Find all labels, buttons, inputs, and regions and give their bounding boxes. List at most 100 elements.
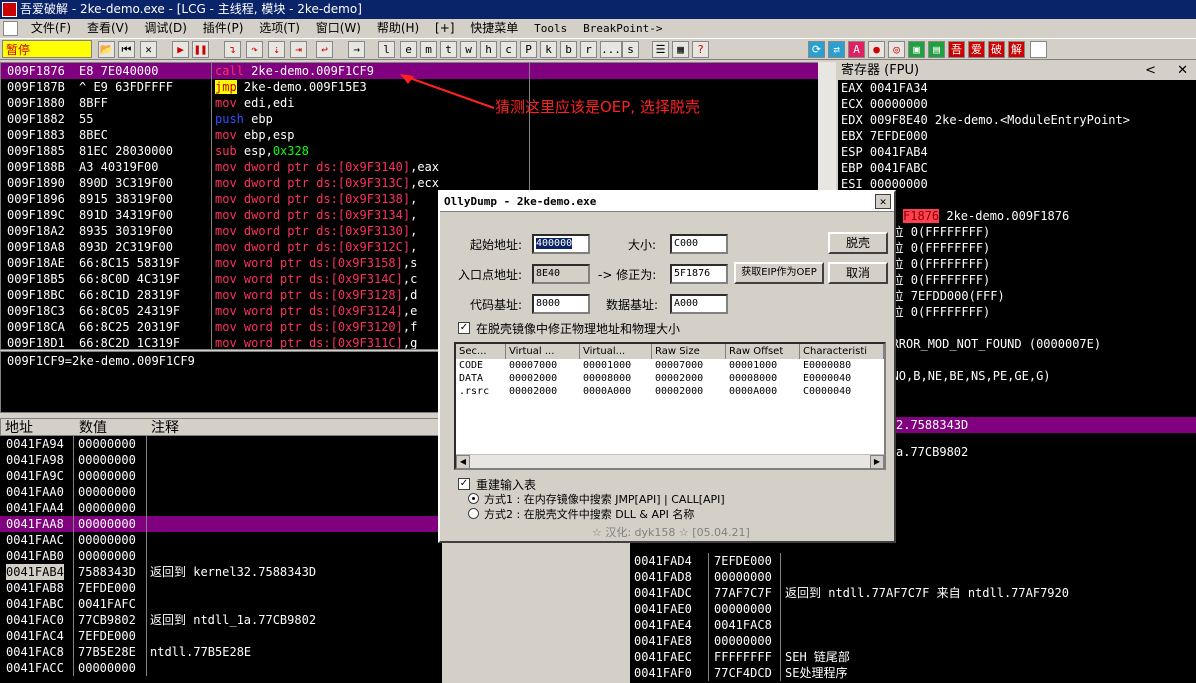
blank-icon[interactable]	[1030, 41, 1047, 58]
tb-P[interactable]: P	[520, 41, 537, 58]
register-row[interactable]: EDX 009F8E40 2ke-demo.<ModuleEntryPoint>	[838, 112, 1196, 128]
run-icon[interactable]: ▶	[172, 41, 189, 58]
tb-b[interactable]: b	[560, 41, 577, 58]
record-icon[interactable]: ●	[868, 41, 885, 58]
step-into-icon[interactable]: ↴	[224, 41, 241, 58]
dump-col-comment[interactable]: 注释	[151, 419, 179, 437]
trace-into-icon[interactable]: ⇣	[268, 41, 285, 58]
sect-col-char[interactable]: Characteristi	[800, 344, 884, 359]
dump-row[interactable]: 0041FAA8 00000000	[0, 516, 442, 532]
dump-row[interactable]: 0041FAAC 00000000	[0, 532, 442, 548]
sect-col-voffset[interactable]: Virtual...	[580, 344, 652, 359]
dump-button[interactable]: 脱壳	[828, 232, 888, 254]
grid-icon[interactable]: ▦	[672, 41, 689, 58]
restart-icon[interactable]: ⏮	[118, 41, 135, 58]
help-icon[interactable]: ?	[692, 41, 709, 58]
tb-r[interactable]: r	[580, 41, 597, 58]
close-icon[interactable]: ✕	[140, 41, 157, 58]
tb-e[interactable]: e	[400, 41, 417, 58]
dump-row[interactable]: 0041FAC0 77CB9802 返回到 ntdll_1a.77CB9802	[0, 612, 442, 628]
sect-col-rawsize[interactable]: Raw Size	[652, 344, 726, 359]
register-row[interactable]: ESP 0041FAB4	[838, 144, 1196, 160]
tb-m[interactable]: m	[420, 41, 437, 58]
stack-row[interactable]: 0041FAD4 7EFDE000	[630, 553, 1196, 569]
pause-icon[interactable]: ❚❚	[192, 41, 209, 58]
tb-s[interactable]: s	[622, 41, 639, 58]
sect-col-name[interactable]: Sec...	[456, 344, 506, 359]
dump-row[interactable]: 0041FAC4 7EFDE000	[0, 628, 442, 644]
sections-hscrollbar[interactable]: ◀ ▶	[456, 454, 884, 468]
menu-options[interactable]: 选项(T)	[253, 19, 306, 38]
method2-radio[interactable]	[468, 508, 479, 519]
dump-row[interactable]: 0041FAA4 00000000	[0, 500, 442, 516]
sect-col-rawoffset[interactable]: Raw Offset	[726, 344, 800, 359]
tb-A[interactable]: A	[848, 41, 865, 58]
dump-row[interactable]: 0041FA9C 00000000	[0, 468, 442, 484]
disasm-row[interactable]: 009F1890 890D 3C319F00 mov dword ptr ds:[0…	[1, 175, 835, 191]
stack-row[interactable]: 0041FADC 77AF7C7F 返回到 ntdll.77AF7C7F 来自 nt…	[630, 585, 1196, 601]
register-row[interactable]: EAX 0041FA34	[838, 80, 1196, 96]
stack-row[interactable]: 0041FAE0 00000000	[630, 601, 1196, 617]
menu-window[interactable]: 窗口(W)	[310, 19, 367, 38]
dump-row[interactable]: 0041FAB0 00000000	[0, 548, 442, 564]
register-row[interactable]: EBP 0041FABC	[838, 160, 1196, 176]
sections-table[interactable]: Sec... Virtual ... Virtual... Raw Size R…	[454, 342, 886, 470]
dump-row[interactable]: 0041FACC 00000000	[0, 660, 442, 676]
method1-radio[interactable]	[468, 493, 479, 504]
section-row[interactable]: DATA 00002000 00008000 00002000 00008000 E000…	[456, 372, 884, 385]
stack-row[interactable]: 0041FAE8 00000000	[630, 633, 1196, 649]
tb-jie[interactable]: 解	[1008, 41, 1025, 58]
menu-file[interactable]: 文件(F)	[25, 19, 77, 38]
dump-col-value[interactable]: 数值	[79, 419, 107, 437]
dump-row[interactable]: 0041FA94 00000000	[0, 436, 442, 452]
tb-w[interactable]: w	[460, 41, 477, 58]
monitor-icon[interactable]: ▣	[908, 41, 925, 58]
menu-plus[interactable]: [+]	[429, 19, 460, 38]
tb-wu[interactable]: 吾	[948, 41, 965, 58]
code-base-field[interactable]: 8000	[532, 294, 590, 314]
list-icon[interactable]: ☰	[652, 41, 669, 58]
tb-h[interactable]: h	[480, 41, 497, 58]
section-row[interactable]: .rsrc 00002000 0000A000 00002000 0000A000 C00…	[456, 385, 884, 398]
target-icon[interactable]: ◎	[888, 41, 905, 58]
register-row[interactable]: ECX 00000000	[838, 96, 1196, 112]
disasm-row[interactable]: 009F1885 81EC 28030000 sub esp,0x328	[1, 143, 835, 159]
oep-field[interactable]: 5F1876	[670, 264, 728, 284]
tb-po[interactable]: 破	[988, 41, 1005, 58]
dump-row[interactable]: 0041FAC8 77B5E28E ntdll.77B5E28E	[0, 644, 442, 660]
app-menu-icon[interactable]	[3, 21, 18, 36]
dump-row[interactable]: 0041FAA0 00000000	[0, 484, 442, 500]
dump-row[interactable]: 0041FAB4 7588343D 返回到 kernel32.7588343D	[0, 564, 442, 580]
dump-col-address[interactable]: 地址	[5, 419, 33, 437]
tb-ai[interactable]: 爱	[968, 41, 985, 58]
tb-t[interactable]: t	[440, 41, 457, 58]
size-field[interactable]: C000	[670, 234, 728, 254]
disasm-row[interactable]: 009F1883 8BEC mov ebp,esp	[1, 127, 835, 143]
menu-tools[interactable]: Tools	[528, 19, 573, 38]
stack-row[interactable]: 0041FAEC FFFFFFFF SEH 链尾部	[630, 649, 1196, 665]
menu-plugins[interactable]: 插件(P)	[197, 19, 250, 38]
stack-row[interactable]: 0041FAE4 0041FAC8	[630, 617, 1196, 633]
goto-icon[interactable]: →	[348, 41, 365, 58]
refresh-icon[interactable]: ⟳	[808, 41, 825, 58]
get-eip-button[interactable]: 获取EIP作为OEP	[734, 262, 824, 284]
section-row[interactable]: CODE 00007000 00001000 00007000 00001000 E000…	[456, 359, 884, 372]
disasm-row[interactable]: 009F1882 55 push ebp	[1, 111, 835, 127]
tb-more[interactable]: ...	[600, 41, 622, 58]
stack-row[interactable]: 0041FAF0 77CF4DCD SE处理程序	[630, 665, 1196, 681]
fix-raw-checkbox[interactable]: ✓	[458, 322, 470, 334]
tb-c[interactable]: c	[500, 41, 517, 58]
execute-till-return-icon[interactable]: ↩	[316, 41, 333, 58]
collapse-left-icon[interactable]: <	[1145, 62, 1156, 80]
dump-row[interactable]: 0041FA98 00000000	[0, 452, 442, 468]
data-base-field[interactable]: A000	[670, 294, 728, 314]
dialog-close-button[interactable]: ✕	[875, 194, 891, 209]
register-row[interactable]: EBX 7EFDE000	[838, 128, 1196, 144]
open-icon[interactable]: 📂	[98, 41, 115, 58]
menu-breakpoint[interactable]: BreakPoint->	[577, 19, 668, 38]
terminal-icon[interactable]: ▤	[928, 41, 945, 58]
disasm-row[interactable]: 009F188B A3 40319F00 mov dword ptr ds:[0x9…	[1, 159, 835, 175]
menu-shortcut[interactable]: 快捷菜单	[464, 19, 524, 38]
close-pane-icon[interactable]: ✕	[1177, 62, 1188, 80]
menu-help[interactable]: 帮助(H)	[371, 19, 425, 38]
